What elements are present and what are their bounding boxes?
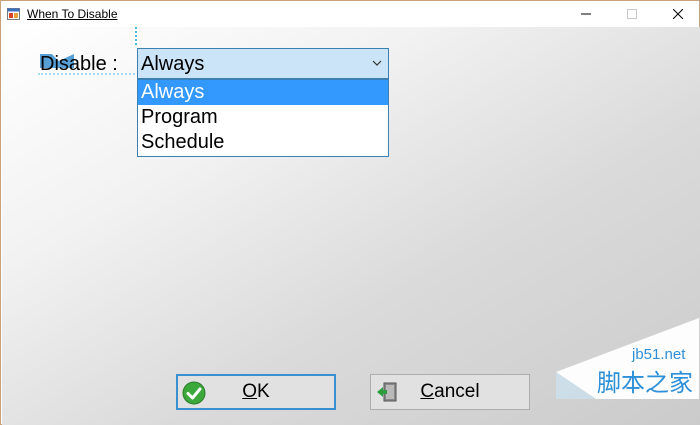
dropdown-option-always[interactable]: Always — [138, 80, 388, 105]
combobox-value: Always — [141, 53, 205, 75]
minimize-icon — [581, 13, 591, 15]
app-window-icon — [7, 8, 20, 20]
minimize-button[interactable] — [563, 1, 609, 27]
watermark-site: jb51.net — [632, 346, 686, 363]
dialog-window: When To Disable Disable : Always Always … — [0, 0, 700, 425]
cancel-button-label: Cancel — [420, 381, 480, 402]
disable-combobox[interactable]: Always — [137, 48, 389, 79]
ok-button-label: OK — [242, 381, 270, 402]
ok-button[interactable]: OK — [176, 374, 336, 410]
dropdown-option-program[interactable]: Program — [138, 105, 388, 130]
chevron-down-icon[interactable] — [372, 58, 382, 68]
maximize-button[interactable] — [609, 1, 655, 27]
close-button[interactable] — [655, 1, 700, 27]
title-bar[interactable]: When To Disable — [1, 1, 699, 27]
maximize-icon — [627, 9, 637, 19]
focus-dotted-line — [135, 27, 137, 45]
cancel-button[interactable]: Cancel — [370, 374, 530, 410]
combobox-dropdown-list: Always Program Schedule — [137, 79, 389, 157]
dropdown-option-schedule[interactable]: Schedule — [138, 130, 388, 155]
close-icon — [673, 9, 683, 19]
watermark-brand: 脚本之家 — [597, 369, 693, 397]
window-title: When To Disable — [27, 7, 118, 21]
